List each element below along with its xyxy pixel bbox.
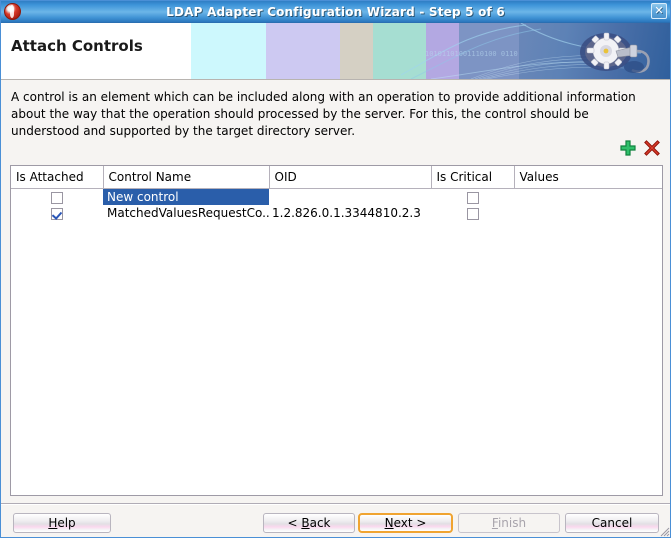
banner-band-beige: [340, 23, 373, 79]
oracle-logo-icon: [4, 3, 21, 20]
column-header-is-critical[interactable]: Is Critical: [431, 166, 515, 189]
cell-is-attached[interactable]: [11, 205, 103, 221]
values-value: [514, 212, 662, 214]
delete-x-icon[interactable]: [643, 139, 661, 157]
cell-values[interactable]: [514, 205, 662, 221]
svg-text:10101101001110100 0110: 10101101001110100 0110: [425, 50, 518, 58]
is-critical-checkbox[interactable]: [466, 207, 479, 220]
controls-table[interactable]: Is Attached Control Name OID Is Critical…: [10, 165, 663, 496]
wizard-window: LDAP Adapter Configuration Wizard - Step…: [0, 0, 671, 538]
plus-icon[interactable]: [619, 139, 637, 157]
gear-plug-icon: [580, 32, 650, 73]
page-title: Attach Controls: [11, 37, 143, 55]
next-mnemonic: N: [384, 516, 394, 530]
cell-is-critical[interactable]: [431, 205, 514, 221]
cell-oid[interactable]: 1.2.826.0.1.3344810.2.3: [269, 205, 431, 221]
cell-control-name[interactable]: MatchedValuesRequestCo...: [103, 205, 269, 221]
help-button[interactable]: Help: [13, 513, 111, 533]
is-critical-checkbox[interactable]: [466, 191, 479, 204]
back-mnemonic: B: [301, 516, 310, 530]
column-header-control-name[interactable]: Control Name: [103, 166, 270, 189]
table-header-row: Is Attached Control Name OID Is Critical…: [11, 166, 662, 189]
next-button[interactable]: Next >: [358, 513, 453, 533]
cancel-button[interactable]: Cancel: [565, 513, 659, 533]
control-name-value[interactable]: MatchedValuesRequestCo...: [103, 205, 269, 221]
close-icon[interactable]: ✕: [651, 3, 667, 19]
column-header-is-attached[interactable]: Is Attached: [11, 166, 104, 189]
cell-is-critical[interactable]: [431, 189, 514, 206]
window-titlebar: LDAP Adapter Configuration Wizard - Step…: [1, 1, 670, 23]
is-attached-checkbox[interactable]: [51, 207, 63, 220]
cell-oid[interactable]: [269, 189, 431, 206]
back-button[interactable]: < Back: [263, 513, 355, 533]
next-label-after: ext >: [393, 516, 427, 530]
table-toolbar: [619, 139, 661, 157]
table-row[interactable]: MatchedValuesRequestCo... 1.2.826.0.1.33…: [11, 205, 662, 221]
wizard-banner: 10101101001110100 0110 Attach Controls: [1, 23, 670, 80]
back-label-before: <: [287, 516, 302, 530]
back-label-after: ack: [309, 516, 331, 530]
help-mnemonic: H: [48, 516, 58, 530]
banner-band-lavender: [266, 23, 340, 79]
page-description: A control is an element which can be inc…: [11, 90, 636, 138]
cell-values[interactable]: [514, 189, 662, 206]
cell-control-name[interactable]: New control: [103, 189, 269, 205]
finish-label-after: inish: [497, 516, 527, 530]
values-value: [514, 196, 662, 198]
table-row[interactable]: New control: [11, 189, 662, 206]
cancel-label-after: Cancel: [591, 516, 633, 530]
oid-value: 1.2.826.0.1.3344810.2.3: [272, 206, 421, 220]
window-title: LDAP Adapter Configuration Wizard - Step…: [166, 4, 505, 19]
is-attached-checkbox[interactable]: [51, 191, 63, 204]
control-name-value[interactable]: New control: [103, 189, 269, 205]
banner-band-cyan: [191, 23, 266, 79]
cell-is-attached[interactable]: [11, 189, 103, 206]
help-label-after: elp: [57, 516, 76, 530]
column-header-oid[interactable]: OID: [269, 166, 432, 189]
column-header-values[interactable]: Values: [514, 166, 662, 189]
wizard-footer: Help < Back Next > Finish Cancel: [1, 505, 670, 537]
finish-button: Finish: [458, 513, 560, 533]
resize-grip-icon[interactable]: [658, 525, 670, 537]
oid-value: [269, 196, 431, 198]
